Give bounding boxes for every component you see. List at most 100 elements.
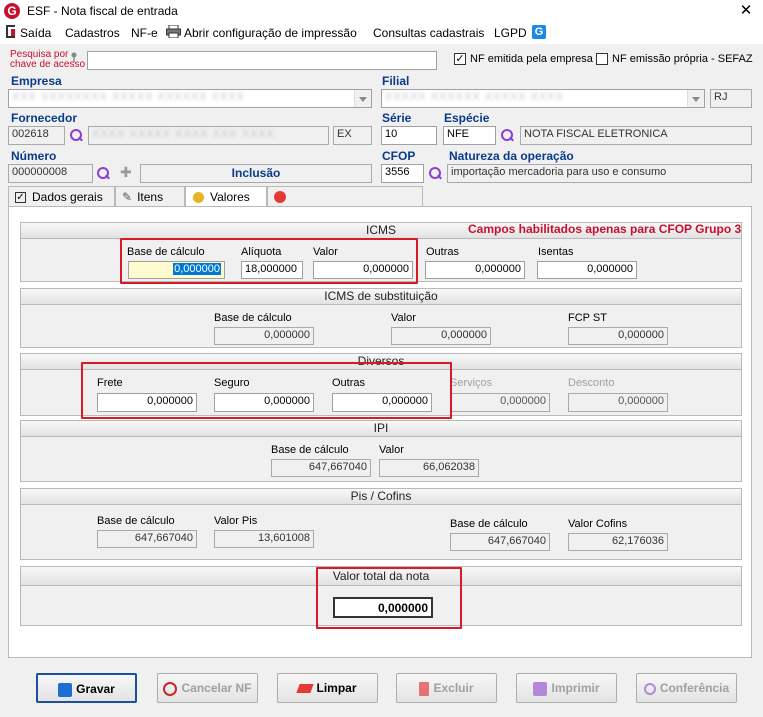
cofins-valor-input[interactable]: 62,176036 [568,533,668,551]
icms-st-valor-label: Valor [391,312,416,324]
filial-label: Filial [382,74,410,88]
pis-base-label: Base de cálculo [97,515,175,527]
filial-combo[interactable]: XXXXX XXXXXX XXXXX XXXX [381,89,705,108]
menu-lgpd[interactable]: LGPD [494,26,527,40]
cfop-label: CFOP [382,149,416,163]
close-icon[interactable]: ✕ [736,1,756,21]
search-icon [643,682,656,695]
nf-emissao-propria-label: NF emissão própria - SEFAZ [612,53,753,65]
lgpd-icon[interactable]: G [532,25,546,39]
filial-uf: RJ [710,89,752,108]
menu-consultas-cadastrais[interactable]: Consultas cadastrais [373,26,484,40]
chevron-down-icon[interactable] [354,90,371,107]
conferencia-button[interactable]: Conferência [636,673,737,703]
highlight-box-diversos [81,362,452,419]
limpar-button[interactable]: Limpar [277,673,378,703]
tab-extra[interactable] [267,186,423,207]
numero-label: Número [11,149,57,163]
cofins-base-label: Base de cálculo [450,518,528,530]
ipi-section-header: IPI [20,420,742,437]
save-icon [58,682,73,697]
tab-dados-gerais[interactable]: ✓ Dados gerais [8,186,115,207]
cofins-valor-label: Valor Cofins [568,518,628,530]
servicos-label: Serviços [450,377,493,389]
icms-note: Campos habilitados apenas para CFOP Grup… [468,222,742,236]
icms-isentas-input[interactable]: 0,000000 [537,261,637,279]
chevron-down-icon[interactable] [687,90,704,107]
numero-input[interactable]: 000000008 [8,164,93,183]
imprimir-button[interactable]: Imprimir [516,673,617,703]
edit-doc-icon: ✎ [122,190,133,204]
fornecedor-uf: EX [333,126,372,145]
highlight-box-icms [120,238,418,284]
ipi-base-input[interactable]: 647,667040 [271,459,371,477]
pis-valor-input[interactable]: 13,601008 [214,530,314,548]
nf-emissao-propria-checkbox[interactable] [596,53,608,65]
icms-st-base-label: Base de cálculo [214,312,292,324]
app-logo-icon: G [4,3,20,19]
flag-icon [274,191,286,203]
add-icon[interactable]: ✚ [120,165,132,179]
especie-desc: NOTA FISCAL ELETRONICA [520,126,752,145]
natureza-value: importação mercadoria para uso e consumo [447,164,752,183]
natureza-label: Natureza da operação [449,149,574,163]
icms-st-section-header: ICMS de substituição [20,288,742,305]
icms-isentas-label: Isentas [538,246,574,258]
icms-st-valor-input[interactable]: 0,000000 [391,327,491,345]
pis-cofins-section-header: Pis / Cofins [20,488,742,505]
servicos-input[interactable]: 0,000000 [450,393,550,412]
menu-saida[interactable]: Saída [20,26,51,40]
fornecedor-label: Fornecedor [11,111,78,125]
cofins-base-input[interactable]: 647,667040 [450,533,550,551]
icms-st-fcp-input[interactable]: 0,000000 [568,327,668,345]
pis-valor-label: Valor Pis [214,515,258,527]
search-icon[interactable] [501,129,514,142]
empresa-combo[interactable]: XXX XXXXXXXX XXXXX XXXXXX XXXX [8,89,372,108]
nf-emitida-empresa-label: NF emitida pela empresa [470,53,593,65]
serie-label: Série [382,111,412,125]
search-icon[interactable] [97,167,110,180]
tab-itens[interactable]: ✎ Itens [115,186,185,207]
tab-strip: ✓ Dados gerais ✎ Itens Valores [8,186,423,208]
desconto-input[interactable]: 0,000000 [568,393,668,412]
ipi-valor-input[interactable]: 66,062038 [379,459,479,477]
fornecedor-code[interactable]: 002618 [8,126,65,145]
cancelar-nf-button[interactable]: Cancelar NF [157,673,258,703]
icms-st-base-input[interactable]: 0,000000 [214,327,314,345]
gravar-button[interactable]: Gravar [36,673,137,703]
coins-icon [193,192,204,204]
highlight-box-total [316,567,462,629]
cancel-icon [163,681,178,696]
serie-input[interactable]: 10 [381,126,437,145]
eraser-icon [296,684,315,694]
icms-st-fcp-label: FCP ST [568,312,607,324]
status-inclusao: Inclusão [140,164,372,183]
menu-abrir-config-impressao[interactable]: Abrir configuração de impressão [184,26,357,40]
search-access-key-input[interactable] [87,51,437,70]
checkbox-icon: ✓ [15,192,26,204]
cfop-input[interactable]: 3556 [381,164,424,183]
exit-icon [6,25,15,38]
printer-icon [533,681,548,696]
pis-base-input[interactable]: 647,667040 [97,530,197,548]
ipi-valor-label: Valor [379,444,404,456]
especie-code-input[interactable]: NFE [443,126,496,145]
empresa-label: Empresa [11,74,62,88]
printer-icon [166,25,181,38]
desconto-label: Desconto [568,377,615,389]
icms-outras-label: Outras [426,246,460,258]
excluir-button[interactable]: Excluir [396,673,497,703]
tab-valores[interactable]: Valores [185,186,267,208]
menu-nfe[interactable]: NF-e [131,26,158,40]
search-icon[interactable] [70,129,83,142]
window-title: ESF - Nota fiscal de entrada [27,4,178,18]
search-icon[interactable] [429,167,442,180]
nf-emitida-empresa-checkbox[interactable]: ✓ [454,53,466,65]
menu-cadastros[interactable]: Cadastros [65,26,120,40]
icms-outras-input[interactable]: 0,000000 [425,261,525,279]
pin-icon [71,52,77,62]
trash-icon [419,681,430,696]
ipi-base-label: Base de cálculo [271,444,349,456]
fornecedor-name: XXXX XXXXX XXXX XXX XXXX [88,126,329,145]
especie-label: Espécie [444,111,490,125]
